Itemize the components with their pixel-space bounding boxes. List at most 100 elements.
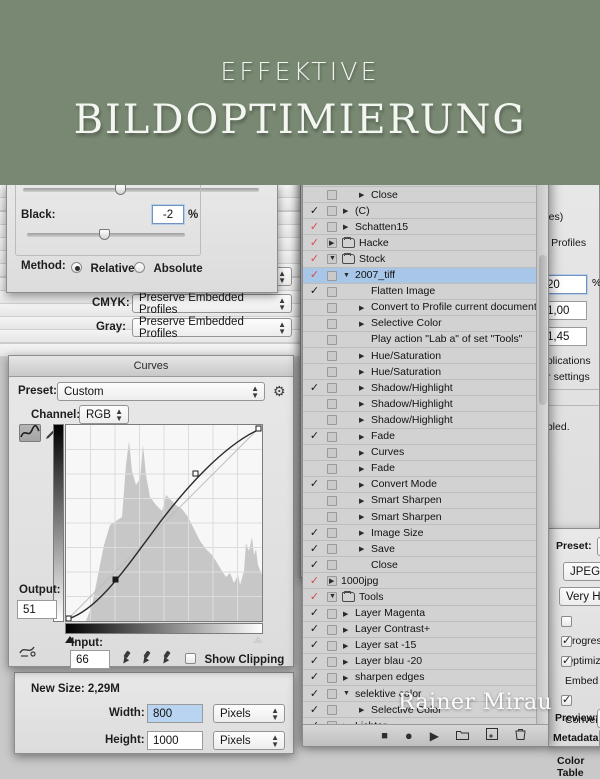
dialog-toggle-checkbox[interactable] — [327, 302, 337, 313]
disclosure-closed-icon[interactable]: ▶ — [359, 320, 364, 328]
actions-list-item[interactable]: ✓ ▶ Image Size — [303, 525, 548, 542]
channel-select[interactable]: RGB ▲ ▼ — [79, 405, 129, 424]
show-clipping-checkbox[interactable] — [185, 653, 196, 664]
gear-icon[interactable] — [273, 383, 287, 400]
dialog-toggle-checkbox[interactable] — [327, 672, 337, 683]
toggle-check-icon[interactable]: ✓ — [308, 380, 321, 396]
dialog-toggle-checkbox[interactable] — [327, 318, 337, 329]
disclosure-open-icon[interactable]: ▼ — [329, 255, 336, 262]
toggle-partial-check-icon[interactable]: ✓ — [308, 219, 321, 235]
toggle-check-icon[interactable]: ✓ — [308, 476, 321, 492]
record-icon[interactable]: ● — [405, 728, 413, 743]
actions-list-item[interactable]: ✓ ▶ sharpen edges — [303, 669, 548, 686]
toggle-check-icon[interactable]: ✓ — [308, 653, 321, 669]
dialog-toggle-checkbox[interactable] — [327, 511, 337, 522]
height-field[interactable]: 1000 — [147, 731, 203, 750]
disclosure-closed-icon[interactable]: ▶ — [359, 416, 364, 424]
dialog-toggle-checkbox[interactable] — [327, 479, 337, 490]
actions-list-item[interactable]: ▶ Shadow/Highlight — [303, 412, 548, 429]
actions-list-item[interactable]: ✓ ▶ Convert Mode — [303, 476, 548, 493]
toggle-check-icon[interactable]: ✓ — [308, 702, 321, 718]
actions-list-item[interactable]: ▶ Selective Color — [303, 315, 548, 332]
dialog-toggle-checkbox[interactable] — [327, 640, 337, 651]
actions-list-item[interactable]: ▶ Shadow/Highlight — [303, 396, 548, 413]
dialog-toggle-checkbox[interactable] — [327, 608, 337, 619]
convert-srgb-checkbox[interactable] — [561, 693, 572, 706]
width-unit-select[interactable]: Pixels ▲ ▼ — [213, 704, 285, 723]
actions-list-item[interactable]: ✓ ▼ 2007_tiff — [303, 267, 548, 284]
dialog-toggle-checkbox[interactable] — [327, 399, 337, 410]
delete-icon[interactable] — [515, 728, 526, 743]
smooth-curve-icon[interactable] — [19, 642, 37, 663]
actions-list-item[interactable]: ✓ ▶ Shadow/Highlight — [303, 380, 548, 397]
actions-list-item[interactable]: ✓ ▶ Layer Magenta — [303, 605, 548, 622]
dialog-toggle-checkbox[interactable] — [327, 351, 337, 362]
actions-scrollbar[interactable] — [536, 171, 548, 724]
actions-list-item[interactable]: ▶ Hue/Saturation — [303, 364, 548, 381]
actions-list-item[interactable]: ▶ Close — [303, 187, 548, 204]
dialog-toggle-checkbox[interactable] — [327, 656, 337, 667]
toggle-partial-check-icon[interactable]: ✓ — [308, 573, 321, 589]
sfw-format-select[interactable]: JPEG — [563, 562, 600, 581]
dialog-toggle-checkbox[interactable] — [327, 447, 337, 458]
actions-list-item[interactable]: ✓ ▶ Layer sat -15 — [303, 637, 548, 654]
toggle-check-icon[interactable]: ✓ — [308, 541, 321, 557]
curve-graph[interactable] — [65, 424, 263, 622]
disclosure-closed-icon[interactable]: ▶ — [343, 642, 348, 650]
gray-point-eyedropper-icon[interactable] — [141, 651, 152, 664]
dialog-toggle-checkbox[interactable] — [327, 528, 337, 539]
disclosure-open-icon[interactable]: ▼ — [343, 690, 350, 697]
curves-preset-select[interactable]: Custom ▲ ▼ — [57, 382, 265, 401]
actions-list-item[interactable]: ✓ ▶ Layer blau -20 — [303, 653, 548, 670]
dialog-toggle-checkbox[interactable] — [327, 689, 337, 699]
white-point-handle[interactable] — [253, 636, 263, 643]
actions-list-item[interactable]: ▶ Curves — [303, 444, 548, 461]
height-unit-select[interactable]: Pixels ▲ ▼ — [213, 731, 285, 750]
actions-list-item[interactable]: ✓ Close — [303, 557, 548, 574]
disclosure-closed-icon[interactable]: ▶ — [359, 433, 364, 441]
actions-list-item[interactable]: ✓ ▼ Stock — [303, 251, 548, 268]
toggle-check-icon[interactable]: ✓ — [308, 637, 321, 653]
disclosure-closed-icon[interactable]: ▶ — [343, 223, 348, 231]
disclosure-closed-icon[interactable]: ▶ — [359, 368, 364, 376]
black-point-eyedropper-icon[interactable] — [121, 651, 132, 664]
embed-profile-checkbox[interactable] — [561, 654, 572, 667]
width-field[interactable]: 800 — [147, 704, 203, 723]
cmyk-policy-select[interactable]: Preserve Embedded Profiles ▲ ▼ — [132, 292, 292, 316]
optimized-checkbox[interactable] — [561, 634, 572, 647]
toggle-check-icon[interactable]: ✓ — [308, 283, 321, 299]
disclosure-closed-icon[interactable]: ▶ — [359, 304, 364, 312]
actions-scrollbar-thumb[interactable] — [539, 255, 547, 405]
dialog-toggle-checkbox[interactable] — [327, 431, 337, 442]
dialog-toggle-checkbox[interactable] — [327, 415, 337, 426]
actions-list[interactable]: ▶ Save ▶ Close ✓ ▶ (C) ✓ ▶ Schatten15 ✓ ▶ Hacke ✓ ▼ Sto… — [303, 171, 548, 746]
method-relative-radio[interactable] — [71, 262, 82, 273]
curve-tool-icon[interactable] — [19, 424, 41, 442]
disclosure-closed-icon[interactable]: ▶ — [359, 449, 364, 457]
method-absolute-radio[interactable] — [134, 262, 145, 273]
dialog-toggle-checkbox[interactable] — [327, 367, 337, 378]
sfw-quality-select[interactable]: Very High — [559, 587, 600, 606]
toggle-check-icon[interactable]: ✓ — [308, 203, 321, 219]
dialog-toggle-checkbox[interactable] — [327, 495, 337, 506]
disclosure-open-icon[interactable]: ▼ — [329, 593, 336, 600]
dialog-toggle-checkbox[interactable] — [327, 206, 337, 217]
actions-list-item[interactable]: ▶ Smart Sharpen — [303, 508, 548, 526]
dialog-toggle-checkbox[interactable] — [327, 190, 337, 201]
toggle-check-icon[interactable]: ✓ — [308, 428, 321, 444]
actions-list-item[interactable]: ✓ ▶ (C) — [303, 203, 548, 220]
toggle-check-icon[interactable]: ✓ — [308, 621, 321, 637]
actions-list-item[interactable]: ✓ ▶ Hacke — [303, 235, 548, 252]
toggle-partial-check-icon[interactable]: ✓ — [308, 267, 321, 283]
disclosure-closed-icon[interactable]: ▶ — [359, 497, 364, 505]
show-clipping-row[interactable]: Show Clipping — [185, 650, 284, 668]
dialog-toggle-checkbox[interactable] — [327, 624, 337, 635]
disclosure-closed-icon[interactable]: ▶ — [359, 706, 364, 714]
dialog-toggle-checkbox[interactable] — [327, 270, 337, 281]
actions-list-item[interactable]: ▶ Smart Sharpen — [303, 492, 548, 509]
toggle-check-icon[interactable]: ✓ — [308, 669, 321, 685]
actions-list-item[interactable]: ✓ ▼ Tools — [303, 589, 548, 606]
disclosure-closed-icon[interactable]: ▶ — [343, 626, 348, 634]
actions-list-item[interactable]: ▶ Convert to Profile current document — [303, 299, 548, 316]
white-point-eyedropper-icon[interactable] — [161, 651, 172, 664]
